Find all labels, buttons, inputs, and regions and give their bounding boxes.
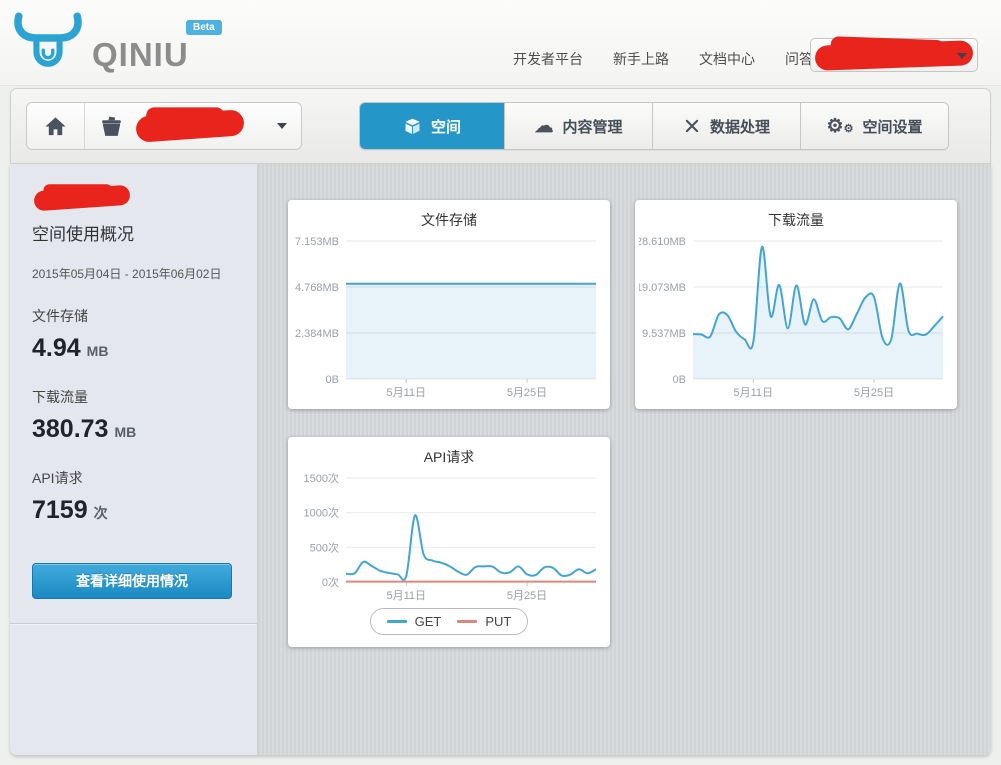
legend-label: GET [415,614,442,629]
svg-text:5月11日: 5月11日 [387,387,427,399]
svg-text:1500次: 1500次 [304,471,339,485]
box-icon [403,117,422,136]
bucket-selector[interactable] [85,103,301,149]
bucket-icon [99,114,124,139]
stat-number: 4.94 [32,334,81,362]
beta-badge: Beta [186,20,222,35]
stat-value: 4.94 MB [32,334,235,363]
svg-text:7.153MB: 7.153MB [295,236,339,248]
svg-text:0B: 0B [673,374,686,386]
stat-file-storage: 文件存储 4.94 MB [32,306,235,363]
gear-icon: ⚙⚙ [827,117,854,136]
redaction-bucket-title [33,185,130,212]
date-range: 2015年05月04日 - 2015年06月02日 [32,265,235,282]
stat-number: 7159 [32,496,88,524]
stat-unit: MB [114,424,136,440]
content-area: 空间使用概况 2015年05月04日 - 2015年06月02日 文件存储 4.… [10,164,991,755]
svg-text:0B: 0B [326,374,339,386]
card-api-requests: API请求 0次 500次 1000次 1500次 5月11日 5月25日 GET PUT [288,437,610,647]
svg-text:5月11日: 5月11日 [387,590,427,602]
tab-label: 空间 [431,116,461,137]
svg-text:4.768MB: 4.768MB [295,282,339,294]
svg-text:5月25日: 5月25日 [854,387,894,399]
sidebar-heading: 空间使用概况 [32,220,235,245]
stat-value: 7159 次 [32,496,235,525]
chart-title: 下载流量 [635,200,957,232]
tab-data-processing[interactable]: 数据处理 [652,103,800,149]
nav-developer-platform[interactable]: 开发者平台 [513,49,583,69]
svg-text:500次: 500次 [310,540,339,554]
file-storage-chart: 0B 2.384MB 4.768MB 7.153MB 5月11日 5月25日 [292,232,606,404]
svg-text:9.537MB: 9.537MB [642,328,686,340]
tab-content-management[interactable]: ☁ 内容管理 [504,103,652,149]
legend-box: GET PUT [370,608,529,635]
svg-text:0次: 0次 [322,575,339,589]
nav-getting-started[interactable]: 新手上路 [613,49,669,69]
legend-label: PUT [485,614,511,629]
put-line-swatch [457,620,477,623]
section-tabs: 空间 ☁ 内容管理 数据处理 ⚙⚙ 空间设置 [359,102,949,150]
legend-item-put: PUT [457,614,511,629]
home-button[interactable] [27,103,85,149]
brand-name: QINIU [92,36,189,74]
stat-unit: MB [87,343,109,359]
top-nav: 开发者平台 新手上路 文档中心 问答社区 [513,49,841,69]
chart-title: 文件存储 [288,200,610,232]
legend: GET PUT [288,608,610,635]
redaction-bucket-name [135,109,245,142]
view-detail-usage-button[interactable]: 查看详细使用情况 [32,563,232,599]
sidebar-divider [10,623,257,625]
legend-item-get: GET [387,614,442,629]
get-line-swatch [387,620,407,623]
card-download-traffic: 下载流量 0B 9.537MB 19.073MB 28.610MB 5月11日 5月25日 [635,200,957,409]
card-file-storage: 文件存储 0B 2.384MB 4.768MB 7.153MB 5月11日 5月25日 [288,200,610,409]
header: QINIU Beta 开发者平台 新手上路 文档中心 问答社区 [0,0,1001,86]
stat-label: 文件存储 [32,306,235,326]
bucket-selector-group [26,102,302,150]
charts-panel: 文件存储 0B 2.384MB 4.768MB 7.153MB 5月11日 5月25日 下… [258,164,991,755]
bucket-toolbar: 空间 ☁ 内容管理 数据处理 ⚙⚙ 空间设置 [10,88,991,164]
svg-text:2.384MB: 2.384MB [295,328,339,340]
svg-text:1000次: 1000次 [304,506,339,520]
usage-sidebar: 空间使用概况 2015年05月04日 - 2015年06月02日 文件存储 4.… [10,164,258,755]
cloud-upload-icon: ☁ [534,117,553,136]
qiniu-logo[interactable]: QINIU Beta [14,12,234,76]
stat-api-requests: API请求 7159 次 [32,468,235,525]
stat-unit: 次 [94,505,108,521]
qiniu-dashboard: QINIU Beta 开发者平台 新手上路 文档中心 问答社区 [0,0,1001,765]
tab-label: 数据处理 [710,116,770,137]
caret-down-icon [277,123,287,129]
bull-logo-icon [14,12,82,68]
tab-label: 空间设置 [862,116,922,137]
download-traffic-chart: 0B 9.537MB 19.073MB 28.610MB 5月11日 5月25日 [639,232,953,404]
svg-text:28.610MB: 28.610MB [639,236,686,248]
tab-space[interactable]: 空间 [360,103,504,149]
stat-label: API请求 [32,468,235,488]
stat-label: 下载流量 [32,387,235,407]
user-menu-button[interactable] [810,38,978,72]
redaction-username [815,40,974,70]
crossed-tools-icon [683,117,701,135]
stat-download-traffic: 下载流量 380.73 MB [32,387,235,444]
stat-number: 380.73 [32,415,108,443]
tab-space-settings[interactable]: ⚙⚙ 空间设置 [800,103,948,149]
caret-down-icon [957,53,967,59]
svg-text:5月11日: 5月11日 [734,387,774,399]
svg-text:5月25日: 5月25日 [507,590,547,602]
home-icon [44,115,67,138]
api-requests-chart: 0次 500次 1000次 1500次 5月11日 5月25日 [292,469,606,607]
svg-text:19.073MB: 19.073MB [639,282,686,294]
chart-title: API请求 [288,437,610,469]
tab-label: 内容管理 [562,116,622,137]
svg-text:5月25日: 5月25日 [507,387,547,399]
nav-docs-center[interactable]: 文档中心 [699,49,755,69]
stat-value: 380.73 MB [32,415,235,444]
